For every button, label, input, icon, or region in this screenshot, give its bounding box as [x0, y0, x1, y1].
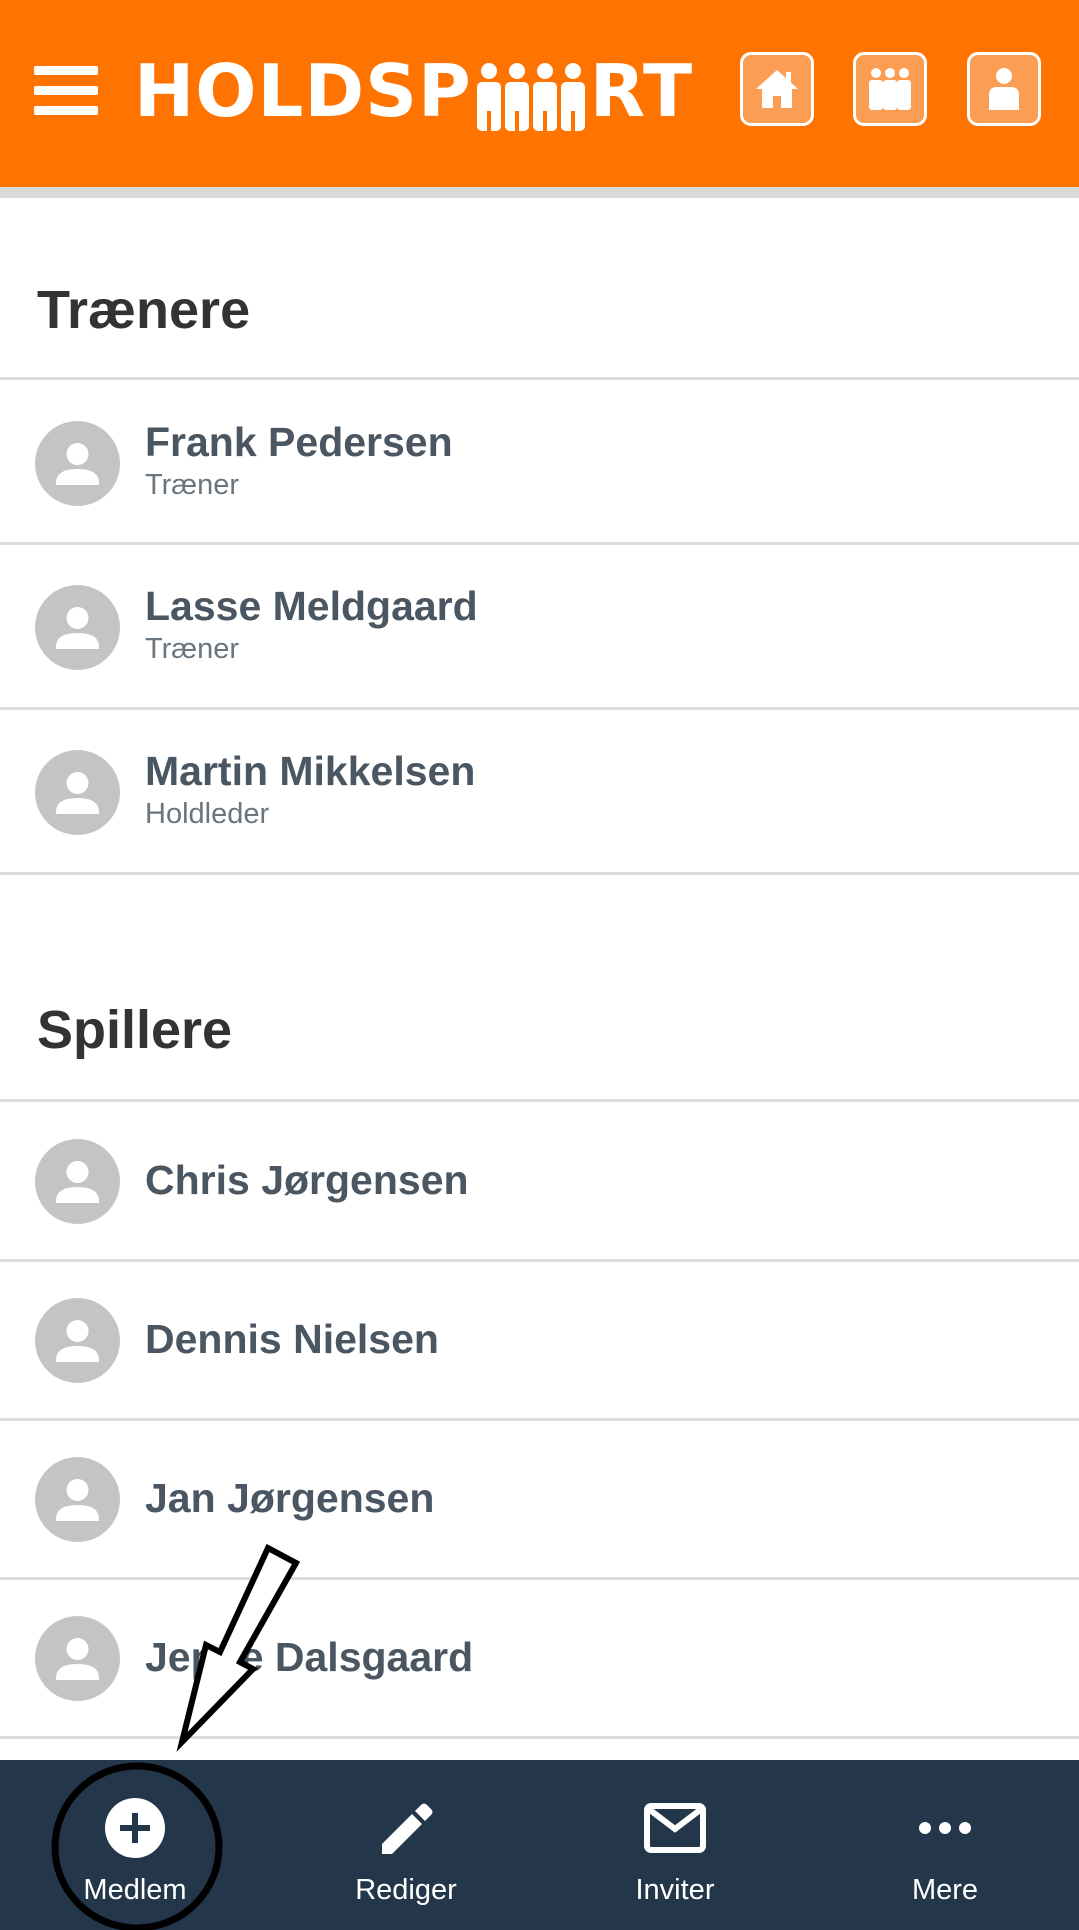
envelope-icon [644, 1803, 706, 1853]
nav-label: Medlem [83, 1874, 187, 1906]
member-row[interactable]: Martin Mikkelsen Holdleder [0, 710, 1079, 872]
avatar [35, 750, 120, 835]
logo-people-mark [476, 63, 585, 132]
avatar [35, 1616, 120, 1701]
add-member-button[interactable]: Medlem [35, 1760, 235, 1930]
header-shadow [0, 187, 1079, 198]
avatar [35, 421, 120, 506]
member-name: Lasse Meldgaard [145, 583, 478, 629]
invite-button[interactable]: Inviter [575, 1760, 775, 1930]
profile-button[interactable] [967, 52, 1041, 126]
edit-button[interactable]: Rediger [306, 1760, 506, 1930]
member-name: Dennis Nielsen [145, 1316, 439, 1362]
avatar [35, 1298, 120, 1383]
section-title-players: Spillere [37, 1000, 233, 1060]
more-dots-icon [919, 1822, 971, 1834]
member-name: Chris Jørgensen [145, 1157, 469, 1203]
person-icon [56, 1638, 99, 1680]
divider [0, 1736, 1079, 1739]
add-circle-icon [105, 1798, 165, 1858]
avatar [35, 1139, 120, 1224]
person-icon [56, 1161, 99, 1203]
person-icon [56, 1320, 99, 1362]
avatar [35, 585, 120, 670]
hamburger-menu-icon[interactable] [34, 66, 98, 116]
member-row[interactable]: Chris Jørgensen [0, 1102, 1079, 1259]
person-icon [56, 607, 99, 649]
team-icon [869, 68, 911, 110]
member-name: Frank Pedersen [145, 419, 453, 465]
person-icon [56, 443, 99, 485]
nav-label: Mere [911, 1874, 979, 1906]
member-row[interactable]: Lasse Meldgaard Træner [0, 545, 1079, 707]
member-role: Holdleder [145, 798, 270, 830]
member-row[interactable]: Jeppe Dalsgaard [0, 1580, 1079, 1736]
nav-label: Rediger [355, 1874, 457, 1906]
person-icon [56, 772, 99, 814]
member-name: Martin Mikkelsen [145, 748, 476, 794]
nav-label: Inviter [635, 1874, 715, 1906]
bottom-navigation: Medlem Rediger Inviter Mere [0, 1760, 1079, 1930]
divider [0, 872, 1079, 875]
profile-icon [989, 68, 1019, 110]
person-icon [56, 1479, 99, 1521]
logo-text-left: HOLDSP [134, 49, 472, 133]
home-button[interactable] [740, 52, 814, 126]
top-app-bar: HOLDSP RT [0, 0, 1079, 187]
member-role: Træner [145, 469, 239, 501]
holdsport-logo[interactable]: HOLDSP RT [134, 48, 693, 134]
pencil-icon [382, 1803, 433, 1854]
member-name: Jan Jørgensen [145, 1475, 435, 1521]
team-button[interactable] [853, 52, 927, 126]
logo-text-right: RT [589, 49, 694, 133]
member-row[interactable]: Frank Pedersen Træner [0, 380, 1079, 542]
member-name: Jeppe Dalsgaard [145, 1634, 474, 1680]
member-row[interactable]: Dennis Nielsen [0, 1262, 1079, 1418]
section-title-trainers: Trænere [37, 280, 251, 340]
avatar [35, 1457, 120, 1542]
more-button[interactable]: Mere [845, 1760, 1045, 1930]
member-row[interactable]: Jan Jørgensen [0, 1421, 1079, 1577]
home-icon [756, 70, 798, 108]
member-role: Træner [145, 633, 239, 665]
